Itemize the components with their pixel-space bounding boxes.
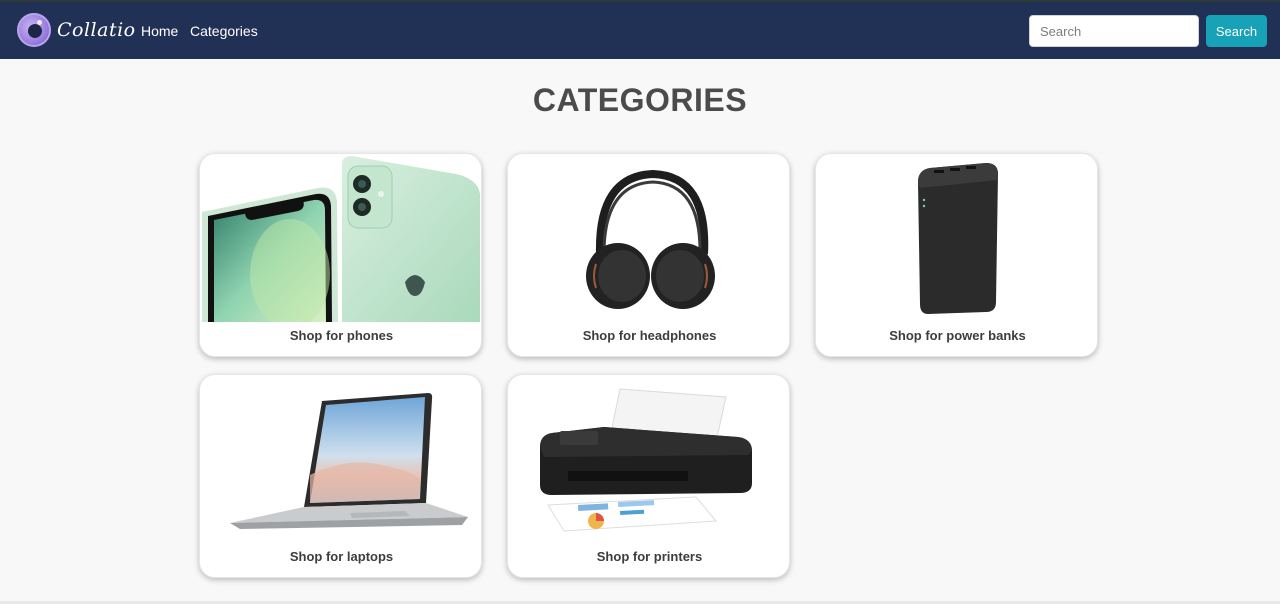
- page-title: CATEGORIES: [532, 82, 748, 118]
- logo-icon: [17, 13, 51, 47]
- search-input[interactable]: [1029, 15, 1199, 47]
- category-card-printers[interactable]: Shop for printers: [507, 374, 790, 578]
- category-label: Shop for power banks: [889, 328, 1026, 343]
- category-label: Shop for headphones: [582, 328, 717, 343]
- category-card-headphones[interactable]: Shop for headphones: [507, 153, 790, 357]
- laptop-image: [230, 393, 468, 529]
- phone-image: [202, 156, 480, 322]
- printer-image: [540, 388, 752, 532]
- brand-name[interactable]: Collatio: [57, 19, 136, 41]
- navbar: Collatio Home Categories Search: [0, 2, 1280, 59]
- category-card-laptops[interactable]: Shop for laptops: [199, 374, 482, 578]
- category-label: Shop for laptops: [289, 549, 394, 564]
- headphones-image: [586, 169, 715, 309]
- category-card-power-banks[interactable]: Shop for power banks: [815, 153, 1098, 357]
- search-button[interactable]: Search: [1206, 15, 1267, 47]
- brand[interactable]: Collatio: [17, 13, 136, 47]
- category-card-phones[interactable]: Shop for phones: [199, 153, 482, 357]
- category-label: Shop for printers: [596, 549, 703, 564]
- power-bank-image: [918, 163, 998, 314]
- nav-link-categories[interactable]: Categories: [190, 23, 258, 39]
- nav-link-home[interactable]: Home: [141, 23, 178, 39]
- category-label: Shop for phones: [289, 328, 394, 343]
